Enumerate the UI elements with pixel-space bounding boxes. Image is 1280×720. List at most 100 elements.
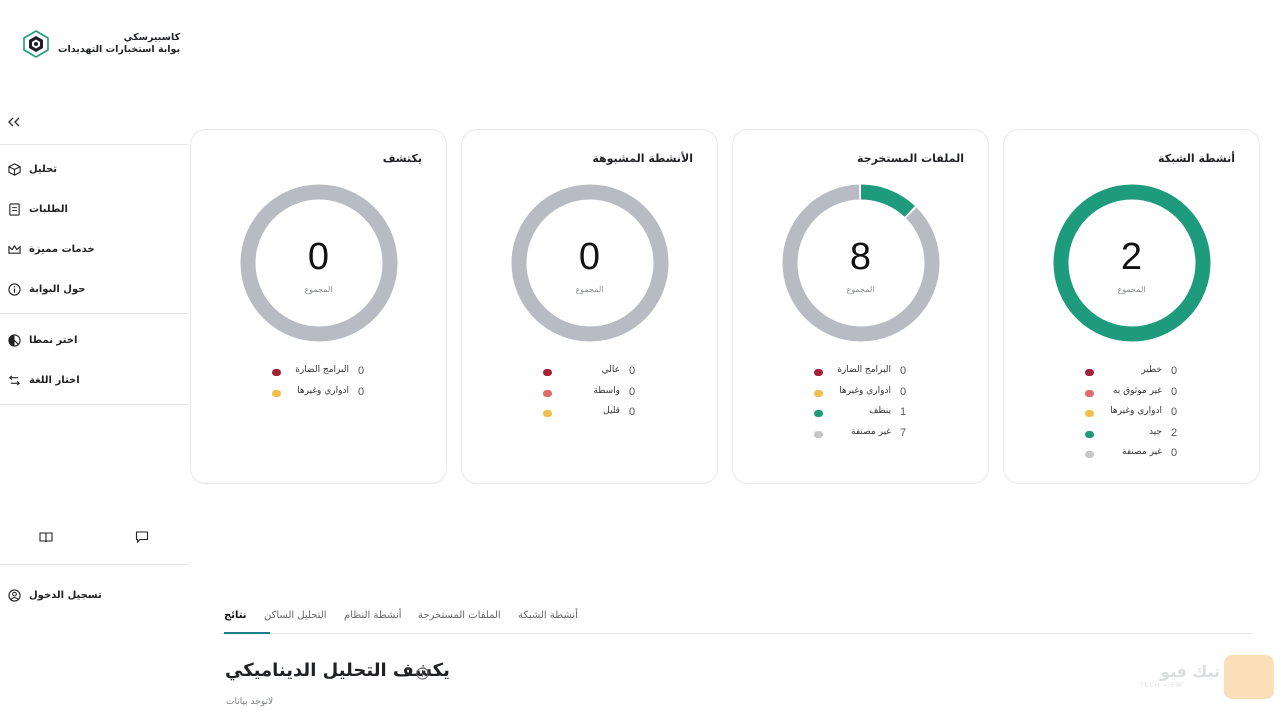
- legend-item: واسطة 0: [462, 386, 717, 400]
- legend-value: 0: [629, 365, 636, 377]
- legend-label: خطير: [1141, 365, 1162, 375]
- document-icon: [9, 202, 20, 216]
- legend-value: 7: [900, 426, 907, 439]
- legend-item: غير مصنفة 0: [1004, 447, 1259, 461]
- legend-swatch: [814, 389, 823, 397]
- legend-value: 0: [358, 365, 365, 377]
- sidebar-item-analysis[interactable]: تحليل: [8, 159, 57, 179]
- legend-label: ينظف: [869, 406, 891, 416]
- empty-state-text: لاتوجد بيانات: [226, 697, 274, 707]
- donut-total-label: المجموع: [846, 285, 875, 294]
- legend-item: خطير 0: [1004, 365, 1259, 379]
- chat-icon[interactable]: [135, 530, 149, 544]
- donut-total-label: المجموع: [304, 285, 333, 294]
- donut-total: 2: [1120, 236, 1143, 278]
- theme-icon: [8, 333, 21, 347]
- legend-swatch: [1085, 389, 1094, 397]
- legend-item: قليل 0: [462, 406, 717, 420]
- legend-swatch: [1085, 410, 1094, 417]
- donut-chart: 0 المجموع: [511, 184, 669, 342]
- legend-item: غير مصنفة 7: [733, 427, 988, 441]
- tab-results[interactable]: نتائج: [224, 610, 247, 621]
- sidebar-divider: [0, 564, 188, 565]
- legend-value: 0: [1171, 447, 1178, 459]
- legend-swatch: [543, 410, 552, 417]
- portal-name: بوابة استخبارات التهديدات: [58, 44, 181, 55]
- card-title: الملفات المستخرجة: [856, 152, 964, 165]
- login-label: تسجيل الدخول: [29, 589, 102, 601]
- watermark-text: تيك فيو: [1159, 662, 1220, 681]
- sidebar-item-about[interactable]: حول البوابة: [8, 279, 85, 299]
- sidebar-item-label: خدمات مميزة: [29, 243, 95, 255]
- sidebar-item-theme[interactable]: اختر نمطا: [8, 330, 77, 350]
- legend-item: ادواري وغيرها 0: [191, 386, 446, 400]
- legend-label: قليل: [603, 406, 620, 416]
- legend-label: غير موثوق به: [1112, 385, 1162, 396]
- user-circle-icon: [8, 588, 21, 602]
- tab-extracted-files[interactable]: الملفات المستخرجة: [418, 610, 501, 621]
- card-title: أنشطة الشبكة: [1158, 152, 1235, 165]
- sidebar-item-label: الطلبات: [29, 203, 68, 215]
- legend-item: البرامج الضارة 0: [191, 365, 446, 379]
- donut-total-label: المجموع: [575, 285, 604, 294]
- legend-swatch: [543, 369, 552, 376]
- legend-value: 0: [1171, 406, 1178, 418]
- tab-system-activities[interactable]: أنشطة النظام: [344, 610, 402, 621]
- watermark: تيك فيو TECH VIEW: [1140, 655, 1274, 699]
- legend-value: 0: [1171, 385, 1178, 398]
- donut-chart: 0 المجموع: [240, 184, 398, 342]
- legend-swatch: [272, 389, 281, 397]
- sidebar-item-requests[interactable]: الطلبات: [8, 199, 68, 219]
- legend-label: البرامج الضارة: [295, 365, 349, 375]
- legend-label: غير مصنفة: [851, 426, 891, 437]
- legend-value: 2: [1171, 426, 1178, 439]
- brand-text: كاسبيرسكي بوابة استخبارات التهديدات: [58, 32, 180, 56]
- collapse-sidebar-button[interactable]: [8, 113, 20, 131]
- legend-item: غير موثوق به 0: [1004, 386, 1259, 400]
- legend-value: 0: [629, 385, 636, 398]
- legend-value: 0: [1171, 365, 1178, 377]
- sidebar-item-language[interactable]: اختار اللغة: [8, 370, 80, 390]
- legend-label: ادواري وغيرها: [839, 385, 891, 396]
- card-detects: يكتشف 0 المجموع البرامج الضارة 0 ادواري وغيره…: [190, 129, 447, 484]
- tab-network-activities[interactable]: أنشطة الشبكة: [518, 610, 578, 621]
- card-suspicious-activities: الأنشطة المشبوهة 0 المجموع عالي 0 واسطة 0 قليل 0: [461, 129, 718, 484]
- brand-name: كاسبيرسكي: [123, 32, 181, 43]
- legend-swatch: [1085, 430, 1094, 438]
- legend-swatch: [814, 369, 823, 376]
- legend-item: ادواري وغيرها 0: [1004, 406, 1259, 420]
- sidebar-divider: [0, 144, 188, 145]
- sidebar: كاسبيرسكي بوابة استخبارات التهديدات تحلي…: [0, 0, 190, 720]
- crown-icon: [8, 244, 21, 254]
- info-icon[interactable]: [416, 667, 429, 680]
- legend-label: واسطة: [593, 385, 620, 396]
- card-title: الأنشطة المشبوهة: [592, 152, 693, 165]
- legend-swatch: [1085, 451, 1094, 458]
- legend-item: عالي 0: [462, 365, 717, 379]
- legend-swatch: [272, 369, 281, 376]
- legend-item: جيد 2: [1004, 427, 1259, 441]
- legend-item: ينظف 1: [733, 406, 988, 420]
- login-button[interactable]: تسجيل الدخول: [8, 585, 102, 605]
- sidebar-item-premium[interactable]: خدمات مميزة: [8, 239, 95, 259]
- legend-value: 1: [900, 406, 907, 418]
- sidebar-item-label: حول البوابة: [29, 283, 86, 295]
- sidebar-divider: [0, 404, 188, 405]
- legend-swatch: [1085, 369, 1094, 376]
- sidebar-divider: [0, 313, 188, 314]
- card-extracted-files: الملفات المستخرجة 8 المجموع البرامج الضارة 0…: [732, 129, 989, 484]
- tab-static-analysis[interactable]: التحليل الساكن: [264, 610, 327, 621]
- donut-chart: 2 المجموع: [1053, 184, 1211, 342]
- legend-item: البرامج الضارة 0: [733, 365, 988, 379]
- donut-total: 0: [307, 236, 330, 278]
- brand-logo[interactable]: كاسبيرسكي بوابة استخبارات التهديدات: [22, 30, 180, 58]
- legend-swatch: [543, 389, 552, 397]
- card-title: يكتشف: [382, 152, 422, 165]
- legend-label: جيد: [1148, 426, 1162, 437]
- watermark-subtext: TECH VIEW: [1140, 682, 1183, 689]
- legend-value: 0: [900, 385, 907, 398]
- legend-item: ادواري وغيرها 0: [733, 386, 988, 400]
- active-tab-indicator: [224, 632, 270, 634]
- legend-label: البرامج الضارة: [837, 365, 891, 375]
- book-icon[interactable]: [39, 530, 53, 544]
